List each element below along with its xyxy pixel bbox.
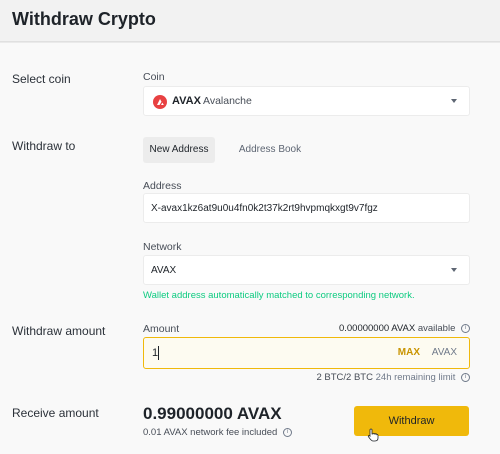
address-value: X-avax1kz6at9u0u4fn0k2t37k2rt9hvpmqkxgt9… [151, 203, 378, 214]
receive-amount-value: 0.99000000 AVAX [143, 404, 282, 423]
amount-field-label: Amount [143, 323, 180, 335]
max-button[interactable]: MAX [398, 347, 420, 358]
network-fee: 0.01 AVAX network fee included i [143, 427, 292, 438]
page-title: Withdraw Crypto [12, 9, 156, 29]
address-field-label: Address [143, 180, 182, 192]
coin-symbol: AVAX [172, 95, 201, 107]
coin-select[interactable]: AVAX Avalanche [143, 86, 470, 116]
limit-text: 24h remaining limit [375, 372, 456, 383]
available-balance: 0.00000000 AVAX available i [339, 323, 470, 334]
withdraw-amount-label: Withdraw amount [12, 324, 106, 338]
chevron-down-icon [451, 268, 457, 272]
select-coin-label: Select coin [12, 72, 71, 86]
avalanche-logo-icon [153, 95, 167, 109]
coin-name: Avalanche [203, 95, 252, 107]
hand-pointer-icon [367, 428, 379, 442]
available-text: available [417, 323, 456, 334]
network-fee-text: 0.01 AVAX network fee included [143, 427, 278, 438]
page-header: Withdraw Crypto [0, 0, 500, 42]
tab-address-book[interactable]: Address Book [230, 137, 310, 163]
network-select[interactable]: AVAX [143, 255, 470, 285]
text-cursor [158, 346, 159, 360]
network-value: AVAX [151, 265, 177, 276]
info-icon[interactable]: i [461, 372, 470, 382]
limit-amount: 2 BTC/2 BTC [316, 372, 373, 383]
amount-unit: AVAX [431, 347, 457, 358]
chevron-down-icon [451, 99, 457, 103]
receive-amount-label: Receive amount [12, 406, 99, 420]
network-field-label: Network [143, 241, 182, 253]
address-input[interactable]: X-avax1kz6at9u0u4fn0k2t37k2rt9hvpmqkxgt9… [143, 193, 470, 223]
tab-new-address[interactable]: New Address [143, 137, 215, 163]
info-icon[interactable]: i [461, 323, 470, 333]
network-match-message: Wallet address automatically matched to … [143, 290, 415, 301]
info-icon[interactable]: i [282, 427, 292, 437]
amount-input[interactable]: 1 MAX AVAX [143, 337, 470, 369]
available-amount: 0.00000000 AVAX [338, 323, 416, 334]
withdraw-to-label: Withdraw to [12, 139, 76, 153]
withdraw-limit: 2 BTC/2 BTC 24h remaining limit i [316, 372, 470, 383]
coin-field-label: Coin [143, 71, 165, 83]
